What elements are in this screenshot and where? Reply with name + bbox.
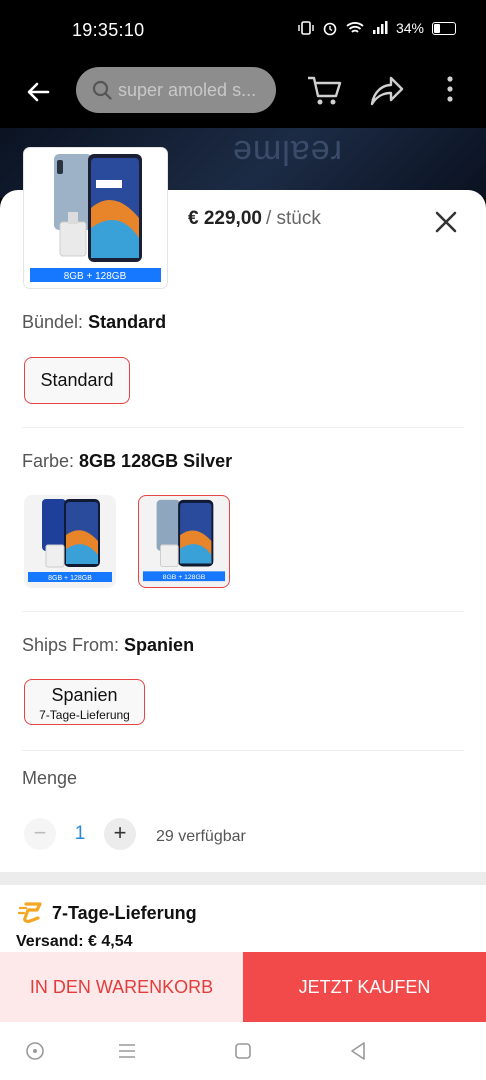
cart-icon[interactable]: [306, 72, 342, 108]
nav-back-icon[interactable]: [347, 1040, 369, 1062]
color-option-image: 8GB + 128GB: [142, 499, 226, 581]
battery-icon: [432, 21, 456, 35]
ships-from-option-spain[interactable]: Spanien 7-Tage-Lieferung: [24, 679, 145, 725]
color-option-caption: 8GB + 128GB: [48, 575, 92, 582]
back-arrow-icon[interactable]: [22, 76, 54, 108]
color-option-caption: 8GB + 128GB: [163, 574, 206, 581]
nav-menu-icon[interactable]: [116, 1040, 138, 1062]
battery-percent: 34%: [395, 20, 424, 36]
stock-available: 29 verfügbar: [156, 828, 246, 845]
product-thumbnail: 8GB + 128GB: [24, 148, 167, 288]
vibrate-icon: [298, 21, 314, 35]
thumbnail-caption: 8GB + 128GB: [64, 271, 127, 282]
system-navigation-bar: [0, 1022, 486, 1080]
search-text: super amoled s...: [118, 79, 257, 100]
nav-home-icon[interactable]: [24, 1040, 46, 1062]
ships-from-option-sublabel: 7-Tage-Lieferung: [39, 708, 130, 722]
bundle-label-text: Bündel:: [22, 312, 84, 332]
color-label-text: Farbe:: [22, 451, 75, 471]
quantity-value[interactable]: 1: [66, 823, 94, 845]
gallery-brand-mark: realme: [232, 133, 342, 171]
search-bar[interactable]: super amoled s...: [76, 67, 276, 113]
status-icons: 34%: [298, 20, 456, 36]
battery-fill: [434, 23, 441, 33]
signal-icon: [372, 21, 388, 34]
wifi-icon: [346, 22, 364, 33]
add-to-cart-button[interactable]: IN DEN WARENKORB: [0, 952, 243, 1022]
ships-from-label-text: Ships From:: [22, 635, 120, 655]
quantity-increase-button[interactable]: +: [104, 818, 136, 850]
color-option-silver[interactable]: 8GB + 128GB: [138, 495, 230, 588]
status-bar: 19:35:10 34%: [0, 0, 486, 60]
shipping-title: 7-Tage-Lieferung: [52, 903, 197, 923]
divider: [22, 750, 464, 751]
color-option-image: 8GB + 128GB: [28, 499, 112, 582]
bundle-option-standard[interactable]: Standard: [24, 357, 130, 404]
bundle-label: Bündel: Standard: [22, 312, 166, 333]
ships-from-option-label: Spanien: [51, 685, 118, 705]
shipping-icon: [18, 902, 42, 923]
quantity-decrease-button[interactable]: −: [24, 818, 56, 850]
phone-image: 8GB + 128GB: [30, 154, 161, 282]
nav-recents-icon[interactable]: [232, 1040, 254, 1062]
share-icon[interactable]: [369, 74, 405, 108]
alarm-icon: [323, 22, 337, 36]
price-unit: / stück: [265, 208, 321, 229]
quantity-label: Menge: [22, 768, 78, 788]
divider: [22, 427, 464, 428]
color-option-blue[interactable]: 8GB + 128GB: [24, 495, 116, 588]
status-time: 19:35:10: [72, 20, 145, 40]
top-app-bar: super amoled s...: [0, 60, 486, 128]
more-icon[interactable]: [444, 74, 456, 106]
bundle-selected-value: Standard: [88, 312, 167, 332]
ships-from-label: Ships From: Spanien: [22, 635, 194, 656]
divider: [22, 611, 464, 612]
price-value: € 229,00: [188, 208, 262, 229]
color-selected-value: 8GB 128GB Silver: [79, 451, 233, 471]
ships-from-selected-value: Spanien: [124, 635, 195, 655]
shipping-cost: Versand: € 4,54: [16, 933, 133, 950]
section-separator: [0, 872, 486, 885]
search-icon: [92, 80, 112, 100]
close-icon[interactable]: [432, 208, 460, 236]
buy-now-button[interactable]: JETZT KAUFEN: [243, 952, 486, 1022]
color-label: Farbe: 8GB 128GB Silver: [22, 451, 232, 472]
price: € 229,00/ stück: [188, 208, 321, 230]
